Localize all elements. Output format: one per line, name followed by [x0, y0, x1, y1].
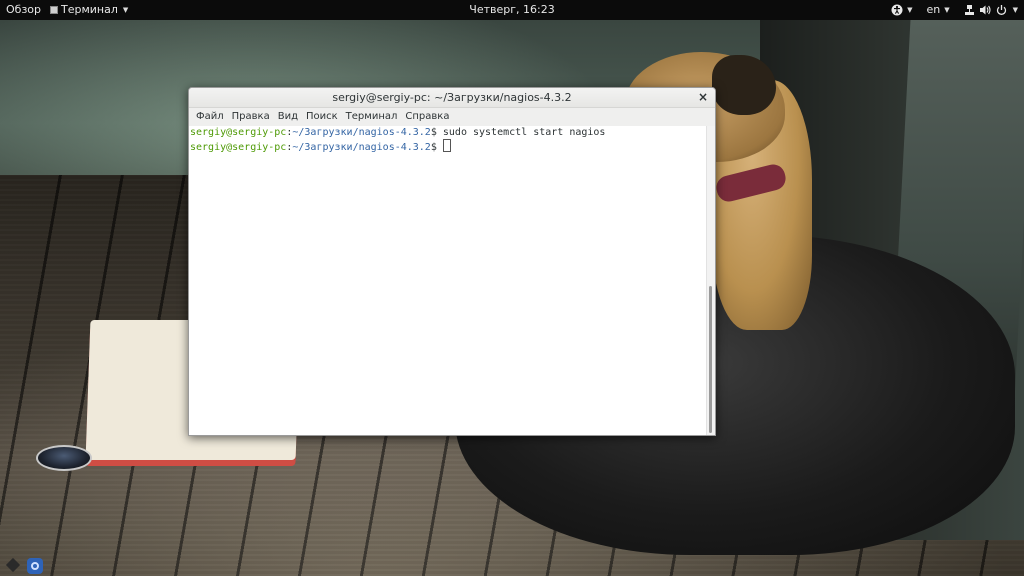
command-text: sudo systemctl start nagios — [436, 127, 606, 138]
chevron-down-icon: ▼ — [122, 6, 129, 14]
workspace-indicator-icon[interactable] — [5, 557, 21, 573]
chromium-icon — [31, 562, 39, 570]
chevron-down-icon: ▼ — [944, 6, 950, 14]
app-menu-button[interactable]: Терминал ▼ — [50, 0, 128, 20]
accessibility-icon — [891, 4, 903, 16]
volume-icon — [979, 5, 991, 15]
clock-container: Четверг, 16:23 — [0, 0, 1024, 20]
menu-terminal[interactable]: Терминал — [342, 108, 402, 126]
scrollbar-thumb[interactable] — [709, 286, 712, 433]
menu-help[interactable]: Справка — [401, 108, 453, 126]
menu-edit[interactable]: Правка — [228, 108, 274, 126]
prompt-path: ~/Загрузки/nagios-4.3.2 — [292, 127, 431, 138]
accessibility-menu[interactable]: ▼ — [891, 0, 912, 20]
system-tray: ▼ en ▼ ▼ — [891, 0, 1018, 20]
menu-view[interactable]: Вид — [274, 108, 302, 126]
language-label: en — [926, 3, 941, 16]
prompt-user: sergiy@sergiy-pc — [190, 127, 287, 138]
close-button[interactable]: × — [697, 88, 709, 107]
language-menu[interactable]: en ▼ — [926, 0, 949, 20]
menu-file[interactable]: Файл — [192, 108, 228, 126]
prompt-path: ~/Загрузки/nagios-4.3.2 — [292, 142, 431, 153]
power-icon — [996, 5, 1006, 15]
menu-bar: Файл Правка Вид Поиск Терминал Справка — [189, 108, 715, 126]
network-icon — [964, 5, 974, 15]
status-menu[interactable]: ▼ — [964, 0, 1018, 20]
terminal-line: sergiy@sergiy-pc:~/Загрузки/nagios-4.3.2… — [190, 139, 707, 154]
activities-button[interactable]: Обзор — [6, 0, 41, 20]
text-cursor — [442, 139, 451, 152]
desktop: Обзор Терминал ▼ Четверг, 16:23 ▼ en ▼ ▼… — [0, 0, 1024, 576]
scrollbar[interactable] — [706, 126, 715, 435]
app-menu-label: Терминал — [61, 3, 118, 16]
terminal-window[interactable]: sergiy@sergiy-pc: ~/Загрузки/nagios-4.3.… — [188, 87, 716, 436]
menu-search[interactable]: Поиск — [302, 108, 342, 126]
prompt-user: sergiy@sergiy-pc — [190, 142, 287, 153]
clock-button[interactable]: Четверг, 16:23 — [469, 3, 554, 16]
wallpaper-lens — [36, 445, 92, 471]
chevron-down-icon: ▼ — [907, 6, 913, 14]
window-title: sergiy@sergiy-pc: ~/Загрузки/nagios-4.3.… — [332, 91, 572, 104]
window-titlebar[interactable]: sergiy@sergiy-pc: ~/Загрузки/nagios-4.3.… — [189, 88, 715, 108]
terminal-line: sergiy@sergiy-pc:~/Загрузки/nagios-4.3.2… — [190, 126, 707, 139]
chevron-down-icon: ▼ — [1012, 6, 1018, 14]
top-panel: Обзор Терминал ▼ Четверг, 16:23 ▼ en ▼ ▼ — [0, 0, 1024, 20]
close-icon: × — [697, 90, 709, 104]
terminal-app-icon — [50, 6, 58, 14]
chromium-taskbar-icon[interactable] — [27, 558, 43, 574]
terminal-output[interactable]: sergiy@sergiy-pc:~/Загрузки/nagios-4.3.2… — [189, 126, 707, 435]
bottom-panel — [0, 556, 1024, 576]
